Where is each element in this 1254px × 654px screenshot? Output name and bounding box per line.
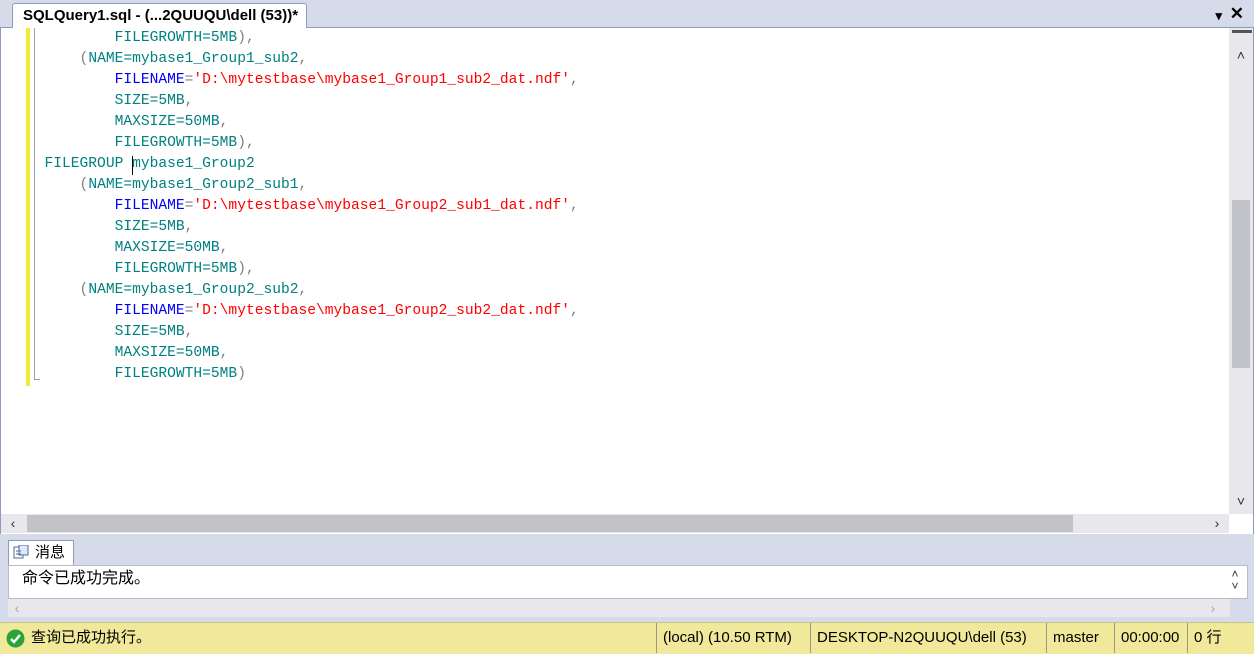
scroll-left-icon[interactable]: ‹ xyxy=(1,516,25,530)
chevron-down-icon[interactable]: ▾ xyxy=(1215,6,1222,26)
code-token: ) xyxy=(237,366,246,382)
code-token: FILEGROWTH=5MB xyxy=(27,366,238,382)
code-token: FILENAME xyxy=(27,198,185,214)
code-token: , xyxy=(298,177,308,193)
code-line[interactable]: MAXSIZE=50MB, xyxy=(27,112,229,133)
text-caret xyxy=(132,156,133,175)
code-token: SIZE=5MB xyxy=(27,219,185,235)
code-token: , xyxy=(570,303,579,319)
code-line[interactable]: SIZE=5MB, xyxy=(27,322,194,343)
code-token: ), xyxy=(237,135,255,151)
code-token: SIZE=5MB xyxy=(27,93,185,109)
code-token: , xyxy=(184,93,194,109)
code-line[interactable]: FILEGROWTH=5MB), xyxy=(27,133,255,154)
code-token: MAXSIZE=50MB xyxy=(27,345,220,361)
code-line[interactable]: FILEGROWTH=5MB) xyxy=(27,364,246,385)
status-message: 查询已成功执行。 xyxy=(31,629,152,646)
code-token: , xyxy=(219,345,229,361)
code-token: FILEGROUP mybase1_Group2 xyxy=(27,156,255,172)
status-server: (local) (10.50 RTM) xyxy=(656,623,792,653)
status-rows: 0 行 xyxy=(1187,623,1222,653)
scroll-up-icon[interactable]: ˄ xyxy=(1229,48,1253,62)
horizontal-scroll-thumb[interactable] xyxy=(27,515,1073,532)
code-token: FILENAME xyxy=(27,303,185,319)
code-line[interactable]: FILEGROWTH=5MB), xyxy=(27,28,255,49)
code-token: FILENAME xyxy=(27,72,185,88)
scroll-right-icon[interactable]: › xyxy=(1205,516,1229,530)
status-elapsed: 00:00:00 xyxy=(1114,623,1179,653)
code-line[interactable]: MAXSIZE=50MB, xyxy=(27,343,229,364)
code-line[interactable]: SIZE=5MB, xyxy=(27,217,194,238)
code-token: , xyxy=(570,72,579,88)
code-token: NAME=mybase1_Group2_sub2 xyxy=(88,282,299,298)
code-token: 'D:\mytestbase\mybase1_Group1_sub2_dat.n… xyxy=(193,72,570,88)
code-line[interactable]: SIZE=5MB, xyxy=(27,91,194,112)
code-token: ( xyxy=(27,177,89,193)
code-token: , xyxy=(570,198,579,214)
code-token: , xyxy=(219,114,229,130)
scroll-down-icon[interactable]: ˅ xyxy=(1229,494,1253,508)
code-line[interactable]: MAXSIZE=50MB, xyxy=(27,238,229,259)
code-token: , xyxy=(184,219,194,235)
code-line[interactable]: FILEGROWTH=5MB), xyxy=(27,259,255,280)
vertical-scroll-thumb[interactable] xyxy=(1232,200,1250,368)
tab-sqlquery1[interactable]: SQLQuery1.sql - (...2QUUQU\dell (53))* xyxy=(12,3,308,28)
code-token: FILEGROWTH=5MB xyxy=(27,30,238,46)
code-token: , xyxy=(298,282,308,298)
code-token: SIZE=5MB xyxy=(27,324,185,340)
code-token: ), xyxy=(237,30,255,46)
messages-horizontal-scrollbar[interactable]: ‹ › xyxy=(8,599,1230,617)
status-database: master xyxy=(1046,623,1099,653)
code-line[interactable]: (NAME=mybase1_Group2_sub2, xyxy=(27,280,308,301)
tab-title: SQLQuery1.sql - (...2QUUQU\dell (53))* xyxy=(23,7,299,24)
document-tab-strip: SQLQuery1.sql - (...2QUUQU\dell (53))* ▾… xyxy=(0,0,1254,28)
code-line[interactable]: FILEGROUP mybase1_Group2 xyxy=(27,154,255,175)
results-pane: 消息 命令已成功完成。 ˄ ˅ ‹ › xyxy=(0,534,1254,622)
code-token: ( xyxy=(27,282,89,298)
message-text: 命令已成功完成。 xyxy=(22,570,151,587)
code-line[interactable]: (NAME=mybase1_Group1_sub2, xyxy=(27,49,308,70)
code-token: MAXSIZE=50MB xyxy=(27,114,220,130)
messages-icon xyxy=(13,545,29,559)
tab-messages[interactable]: 消息 xyxy=(8,540,75,565)
code-token: MAXSIZE=50MB xyxy=(27,240,220,256)
messages-vertical-scroll[interactable]: ˄ ˅ xyxy=(1227,568,1243,592)
code-line[interactable]: (NAME=mybase1_Group2_sub1, xyxy=(27,175,308,196)
close-icon[interactable]: ✕ xyxy=(1230,4,1244,24)
code-token: 'D:\mytestbase\mybase1_Group2_sub1_dat.n… xyxy=(193,198,570,214)
code-token: FILEGROWTH=5MB xyxy=(27,261,238,277)
code-token: , xyxy=(219,240,229,256)
code-token: , xyxy=(184,324,194,340)
code-line[interactable]: FILENAME='D:\mytestbase\mybase1_Group2_s… xyxy=(27,301,579,322)
code-line[interactable]: FILENAME='D:\mytestbase\mybase1_Group2_s… xyxy=(27,196,579,217)
vertical-scrollbar[interactable]: ˄ ˅ xyxy=(1229,28,1253,514)
code-line[interactable]: FILENAME='D:\mytestbase\mybase1_Group1_s… xyxy=(27,70,579,91)
code-area[interactable]: FILEGROWTH=5MB), (NAME=mybase1_Group1_su… xyxy=(1,28,1229,514)
query-editor[interactable]: FILEGROWTH=5MB), (NAME=mybase1_Group1_su… xyxy=(0,28,1254,534)
scroll-right-icon[interactable]: › xyxy=(1204,601,1222,615)
code-token: NAME=mybase1_Group2_sub1 xyxy=(88,177,299,193)
code-token: ), xyxy=(237,261,255,277)
scroll-left-icon[interactable]: ‹ xyxy=(8,601,26,615)
messages-output: 命令已成功完成。 ˄ ˅ xyxy=(8,565,1248,599)
success-check-icon xyxy=(6,629,25,648)
code-token: 'D:\mytestbase\mybase1_Group2_sub2_dat.n… xyxy=(193,303,570,319)
code-token: NAME=mybase1_Group1_sub2 xyxy=(88,51,299,67)
horizontal-scrollbar[interactable]: ‹ › xyxy=(1,514,1229,533)
status-user: DESKTOP-N2QUUQU\dell (53) xyxy=(810,623,1027,653)
code-token: FILEGROWTH=5MB xyxy=(27,135,238,151)
tab-messages-label: 消息 xyxy=(35,544,66,561)
code-token: , xyxy=(298,51,308,67)
split-handle[interactable] xyxy=(1232,30,1252,40)
code-token: ( xyxy=(27,51,89,67)
status-bar: 查询已成功执行。 (local) (10.50 RTM) DESKTOP-N2Q… xyxy=(0,622,1254,654)
